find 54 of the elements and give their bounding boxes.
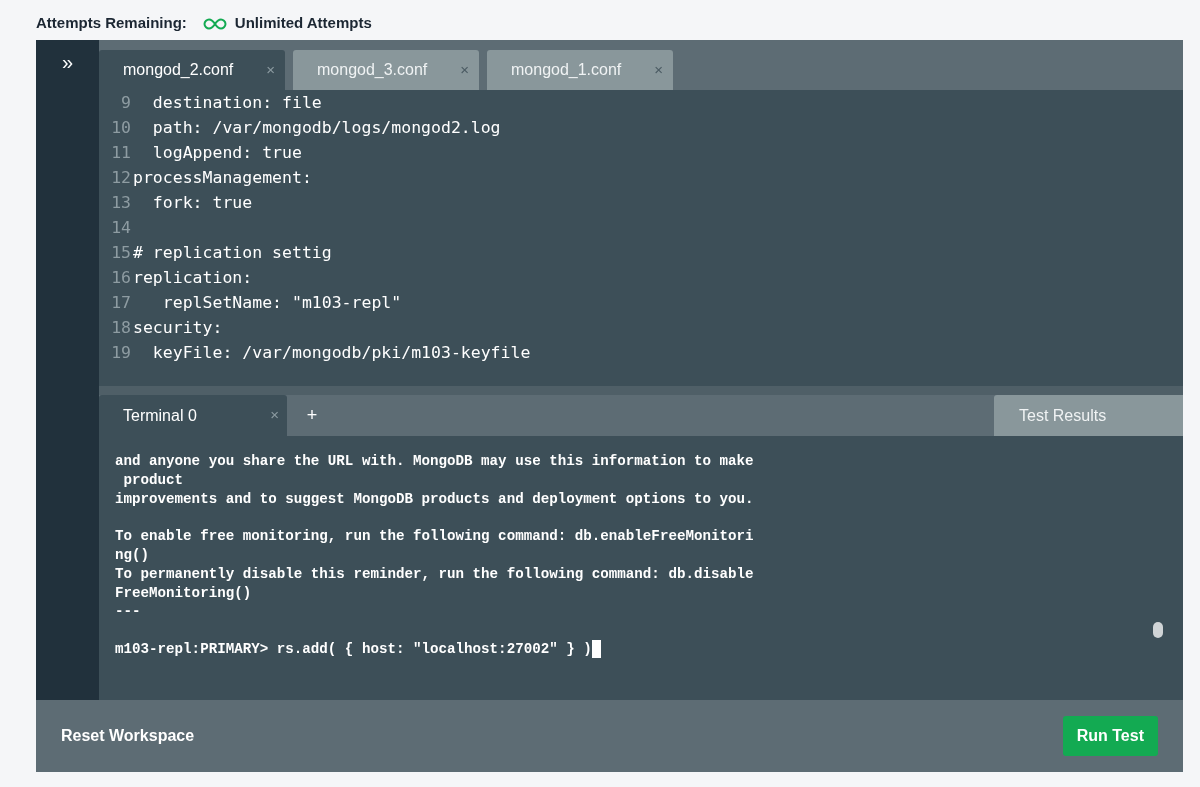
terminal-tab[interactable]: Terminal 0 × [99,395,287,436]
code-line: path: /var/mongodb/logs/mongod2.log [151,117,501,139]
scrollbar-thumb[interactable] [1153,622,1163,638]
line-number: 16 [110,267,132,289]
line-number: 9 [120,92,132,114]
terminal-output: --- [115,603,141,620]
line-number: 18 [110,317,132,339]
text-cursor [591,640,601,659]
line-number: 14 [110,217,132,239]
tab-label: mongod_1.conf [511,60,622,80]
line-number: 19 [110,342,132,364]
code-line: logAppend: true [151,142,302,164]
close-tab-button[interactable]: × [266,58,275,82]
add-terminal-button[interactable]: + [287,395,337,436]
line-number: 13 [110,192,132,214]
run-test-button[interactable]: Run Test [1062,716,1158,756]
terminal[interactable] [99,436,1183,700]
code-line: keyFile: /var/mongodb/pki/m103-keyfile [151,342,531,364]
code-line: destination: file [151,92,322,114]
code-line: fork: true [151,192,253,214]
editor-tab[interactable]: mongod_3.conf × [293,50,479,90]
attempts-label: Attempts Remaining: [36,13,187,34]
terminal-output: ng() [115,547,150,563]
line-number: 12 [110,167,132,189]
terminal-output: To enable free monitoring, run the following command: db.enableFreeMonitori [115,528,754,545]
code-line: replSetName: "m103-repl" [161,292,402,314]
editor-tab[interactable]: mongod_2.conf × [99,50,285,90]
editor-tab[interactable]: mongod_1.conf × [487,50,673,90]
tab-label: mongod_2.conf [123,60,234,80]
close-tab-button[interactable]: × [270,404,279,427]
line-number: 15 [110,242,132,264]
terminal-output: improvements and to suggest MongoDB products and deployment options to you. [115,490,754,507]
terminal-output: FreeMonitoring() [115,584,252,601]
expand-button[interactable]: » [61,50,74,74]
terminal-prompt: m103-repl:PRIMARY> rs.add( { host: "localhost:27002" } ) [115,639,592,659]
tab-label: mongod_3.conf [317,60,428,80]
code-line: security: [133,317,223,339]
attempts-value: Unlimited Attempts [234,13,372,34]
line-number: 17 [110,292,132,314]
code-line: # replication settig [133,242,332,264]
infinity-icon [202,17,227,30]
reset-workspace-button[interactable]: Reset Workspace [61,724,195,748]
line-number: 11 [110,142,132,164]
line-number: 10 [110,117,132,139]
code-line: processManagement: [133,167,312,189]
terminal-output: and anyone you share the URL with. MongoDB may use this information to make [115,453,754,469]
code-editor[interactable] [99,90,1183,386]
terminal-output: product [122,471,184,488]
close-tab-button[interactable]: × [460,58,469,82]
close-tab-button[interactable]: × [654,58,663,82]
code-line: replication: [133,267,253,289]
test-results-tab[interactable]: Test Results [994,395,1183,436]
tab-label: Terminal 0 [123,405,197,426]
terminal-output: To permanently disable this reminder, run the following command: db.disable [115,565,754,582]
